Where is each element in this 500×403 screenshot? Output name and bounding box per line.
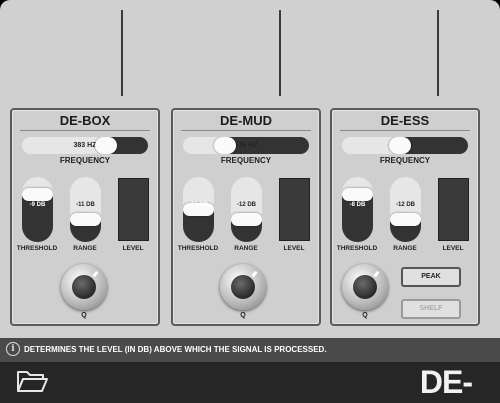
info-icon: i: [6, 342, 20, 356]
threshold-value: -9 DB: [29, 202, 46, 208]
range-slider-thumb[interactable]: [70, 213, 101, 227]
level-label: LEVEL: [442, 245, 464, 252]
threshold-slider[interactable]: -9 DB: [22, 177, 53, 242]
threshold-slider-thumb[interactable]: [342, 188, 373, 202]
frequency-slider-thumb[interactable]: [214, 137, 237, 154]
q-knob-center: [231, 275, 255, 299]
range-value: -12 DB: [236, 202, 256, 208]
bottom-bar: DE-: [0, 362, 500, 403]
range-slider-thumb[interactable]: [231, 213, 262, 227]
brand-logo: DE-: [419, 364, 473, 400]
range-value: -12 DB: [395, 202, 415, 208]
level-meter: [438, 178, 469, 241]
q-knob[interactable]: [61, 264, 107, 310]
panel-title: DE-MUD: [220, 113, 272, 128]
level-label: LEVEL: [283, 245, 305, 252]
frequency-label: FREQUENCY: [220, 156, 272, 165]
frequency-value: 383 HZ: [73, 142, 97, 149]
folder-icon[interactable]: [16, 368, 48, 394]
threshold-value: -13 DB: [188, 202, 208, 208]
frequency-slider[interactable]: 6400: [342, 137, 468, 154]
threshold-label: THRESHOLD: [177, 245, 219, 252]
range-slider[interactable]: -12 DB: [231, 177, 262, 242]
frequency-slider[interactable]: 176 HZ: [183, 137, 309, 154]
level-meter: [118, 178, 149, 241]
panel-de-ess: DE-ESS 6400 FREQUENCY -8 DB -12 DB THRES…: [330, 108, 480, 326]
frequency-label: FREQUENCY: [379, 156, 431, 165]
range-slider[interactable]: -12 DB: [390, 177, 421, 242]
panel-de-mud: DE-MUD 176 HZ FREQUENCY -13 DB -12 DB TH…: [171, 108, 321, 326]
threshold-slider[interactable]: -13 DB: [183, 177, 214, 242]
q-label: Q: [362, 312, 368, 319]
title-divider: [20, 130, 150, 131]
frequency-slider[interactable]: 383 HZ: [22, 137, 148, 154]
q-knob-center: [72, 275, 96, 299]
frequency-slider-thumb[interactable]: [388, 137, 411, 154]
q-label: Q: [81, 312, 87, 319]
threshold-slider[interactable]: -8 DB: [342, 177, 373, 242]
range-label: RANGE: [234, 245, 258, 252]
range-slider[interactable]: -11 DB: [70, 177, 101, 242]
frequency-slider-thumb[interactable]: [94, 137, 117, 154]
shelf-button[interactable]: SHELF: [401, 299, 461, 319]
q-knob-indicator: [251, 270, 258, 278]
panel-de-box: DE-BOX 383 HZ FREQUENCY -9 DB -11 DB THR…: [10, 108, 160, 326]
peak-button[interactable]: PEAK: [401, 267, 461, 287]
threshold-slider-thumb[interactable]: [22, 188, 53, 202]
threshold-label: THRESHOLD: [336, 245, 378, 252]
panel-title: DE-BOX: [59, 113, 111, 128]
range-label: RANGE: [73, 245, 97, 252]
info-bar: i DETERMINES THE LEVEL (IN DB) ABOVE WHI…: [0, 338, 500, 362]
threshold-value: -8 DB: [349, 202, 366, 208]
q-knob-indicator: [92, 270, 99, 278]
title-divider: [181, 130, 311, 131]
range-value: -11 DB: [76, 202, 95, 208]
q-knob[interactable]: [342, 264, 388, 310]
q-knob-center: [353, 275, 377, 299]
divider-line: [121, 10, 123, 96]
level-label: LEVEL: [122, 245, 144, 252]
divider-line: [279, 10, 281, 96]
info-text: DETERMINES THE LEVEL (IN DB) ABOVE WHICH…: [24, 345, 327, 354]
threshold-label: THRESHOLD: [16, 245, 58, 252]
frequency-label: FREQUENCY: [59, 156, 111, 165]
frequency-value: 176 HZ: [234, 142, 258, 149]
q-knob[interactable]: [220, 264, 266, 310]
range-slider-thumb[interactable]: [390, 213, 421, 227]
q-label: Q: [240, 312, 246, 319]
title-divider: [340, 130, 470, 131]
q-knob-indicator: [373, 270, 380, 278]
range-label: RANGE: [393, 245, 417, 252]
level-meter: [279, 178, 310, 241]
divider-line: [437, 10, 439, 96]
panel-title: DE-ESS: [380, 113, 430, 128]
plugin-window: DE-BOX 383 HZ FREQUENCY -9 DB -11 DB THR…: [0, 0, 500, 403]
